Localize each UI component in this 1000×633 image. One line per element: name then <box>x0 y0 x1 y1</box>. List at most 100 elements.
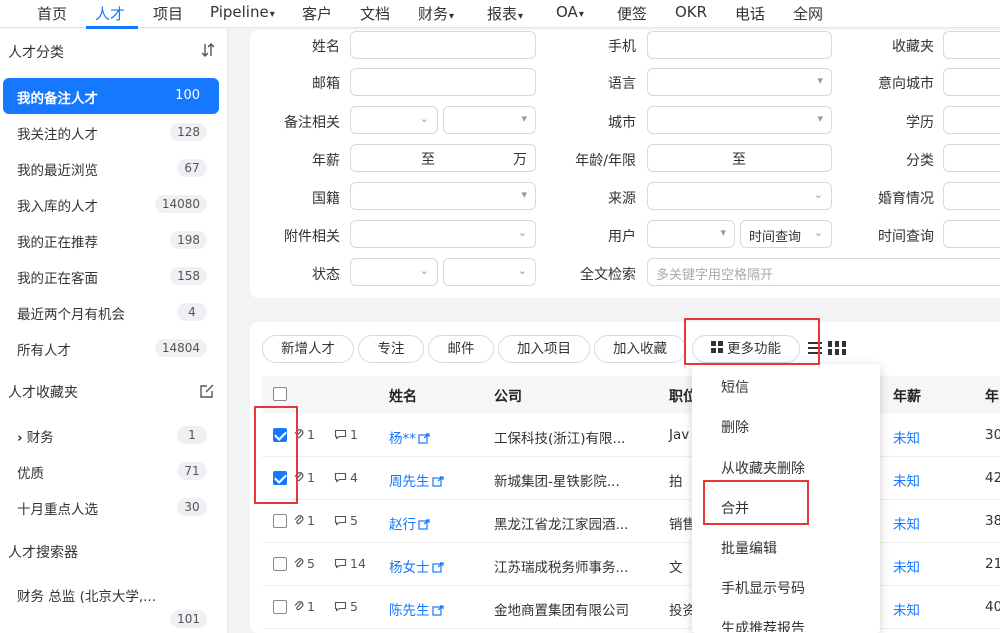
chevron-right-icon[interactable]: › <box>17 430 23 446</box>
filter-label-note: 备注相关 <box>284 115 340 131</box>
column-header-company[interactable]: 公司 <box>494 386 522 406</box>
age-range[interactable]: 至 <box>647 144 832 172</box>
sidebar-item-opportunity[interactable]: 最近两个月有机会 4 <box>3 294 219 330</box>
name-input[interactable] <box>350 31 536 59</box>
note-select-1[interactable]: ⌄ <box>350 106 438 134</box>
sidebar-item-interviewing[interactable]: 我的正在客面 158 <box>3 258 219 294</box>
nav-customer[interactable]: 客户 <box>302 3 332 24</box>
sidebar-fav-quality[interactable]: 优质 71 <box>3 453 219 489</box>
talent-name-link[interactable]: 陈先生 <box>389 599 444 619</box>
fulltext-search-input[interactable]: 多关键字用空格隔开 <box>647 258 1000 286</box>
time-range-input[interactable] <box>943 220 1000 248</box>
row-checkbox[interactable] <box>273 600 287 614</box>
menu-item-delete[interactable]: 删除 <box>721 417 749 437</box>
nav-notes[interactable]: 便签 <box>617 3 647 24</box>
card-view-icon[interactable] <box>828 341 846 359</box>
count-badge: 101 <box>170 610 207 628</box>
salary-cell[interactable]: 未知 <box>893 599 920 619</box>
nav-web[interactable]: 全网 <box>793 3 823 24</box>
nav-talent[interactable]: 人才 <box>95 3 125 24</box>
filter-label-attachment: 附件相关 <box>284 229 340 245</box>
email-input[interactable] <box>350 68 536 96</box>
talent-category-title: 人才分类 <box>8 45 64 61</box>
sidebar-item-followed[interactable]: 我关注的人才 128 <box>3 114 219 150</box>
table-row[interactable]: 1 5 赵行 黑龙江省龙江家园酒... 销售 未知 38 <box>262 500 1000 543</box>
table-row[interactable]: 1 1 杨** 工保科技(浙江)有限... Jav 未知 30 <box>262 414 1000 457</box>
edit-icon[interactable] <box>199 383 215 403</box>
row-checkbox[interactable] <box>273 557 287 571</box>
column-header-salary[interactable]: 年薪 <box>893 386 921 406</box>
nav-oa[interactable]: OA▾ <box>556 3 584 21</box>
note-select-2[interactable]: ▾ <box>443 106 536 134</box>
add-to-project-button[interactable]: 加入项目 <box>498 335 590 363</box>
sidebar-item-imported[interactable]: 我入库的人才 14080 <box>3 186 219 222</box>
extra-cell: 38 <box>985 513 1000 529</box>
marital-select[interactable] <box>943 182 1000 210</box>
company-cell: 金地商置集团有限公司 <box>494 603 629 619</box>
nav-project[interactable]: 项目 <box>153 3 183 24</box>
nationality-select[interactable]: ▾ <box>350 182 536 210</box>
table-row[interactable]: 1 4 周先生 新城集团-星铁影院... 拍 未知 42 <box>262 457 1000 500</box>
nav-phone[interactable]: 电话 <box>735 3 765 24</box>
intent-city-select[interactable] <box>943 68 1000 96</box>
education-select[interactable] <box>943 106 1000 134</box>
sidebar-fav-finance[interactable]: › 财务 1 <box>3 417 219 453</box>
salary-cell[interactable]: 未知 <box>893 556 920 576</box>
sidebar-item-recommending[interactable]: 我的正在推荐 198 <box>3 222 219 258</box>
talent-name-link[interactable]: 杨** <box>389 427 430 447</box>
menu-item-remove-from-favorites[interactable]: 从收藏夹删除 <box>721 458 805 478</box>
focus-button[interactable]: 专注 <box>358 335 424 363</box>
nav-pipeline[interactable]: Pipeline▾ <box>210 3 275 21</box>
column-header-extra[interactable]: 年 <box>985 386 999 406</box>
sidebar-item-all[interactable]: 所有人才 14804 <box>3 330 219 366</box>
row-checkbox[interactable] <box>273 514 287 528</box>
table-row[interactable]: 1 5 陈先生 金地商置集团有限公司 投资 未知 40 <box>262 586 1000 629</box>
comment-count-value: 14 <box>350 556 366 571</box>
salary-cell[interactable]: 未知 <box>893 513 920 533</box>
talent-favorites-title: 人才收藏夹 <box>8 385 78 401</box>
talent-name-link[interactable]: 周先生 <box>389 470 444 490</box>
phone-input[interactable] <box>647 31 832 59</box>
nav-okr[interactable]: OKR <box>675 3 707 21</box>
user-select[interactable]: ▾ <box>647 220 735 248</box>
language-select[interactable]: ▾ <box>647 68 832 96</box>
filter-label-intent-city: 意向城市 <box>878 76 934 92</box>
column-header-name[interactable]: 姓名 <box>389 386 417 406</box>
email-button[interactable]: 邮件 <box>428 335 494 363</box>
status-select-1[interactable]: ⌄ <box>350 258 438 286</box>
select-all-checkbox[interactable] <box>273 387 287 401</box>
salary-range[interactable]: 至 万 <box>350 144 536 172</box>
table-row[interactable]: 5 14 杨女士 江苏瑞成税务师事务... 文 未知 21 <box>262 543 1000 586</box>
add-to-favorites-button[interactable]: 加入收藏 <box>594 335 686 363</box>
time-field-select[interactable]: 时间查询 ⌄ <box>740 220 832 248</box>
nav-finance[interactable]: 财务▾ <box>418 3 454 24</box>
nav-docs[interactable]: 文档 <box>360 3 390 24</box>
city-select[interactable]: ▾ <box>647 106 832 134</box>
menu-item-sms[interactable]: 短信 <box>721 377 749 397</box>
menu-item-recommendation-report[interactable]: 生成推荐报告 <box>721 618 805 632</box>
sidebar-item-label: 财务 总监 (北京大学,... <box>17 589 157 605</box>
attachment-select[interactable]: ⌄ <box>350 220 536 248</box>
nav-reports[interactable]: 报表▾ <box>487 3 523 24</box>
add-talent-button[interactable]: 新增人才 <box>262 335 354 363</box>
sidebar-item-my-noted[interactable]: 我的备注人才 100 <box>3 78 219 114</box>
sort-icon[interactable] <box>201 42 215 62</box>
talent-name-link[interactable]: 赵行 <box>389 513 430 533</box>
nav-home[interactable]: 首页 <box>37 3 67 24</box>
status-select-2[interactable]: ⌄ <box>443 258 536 286</box>
salary-cell[interactable]: 未知 <box>893 427 920 447</box>
chevron-down-icon: ▾ <box>449 11 455 22</box>
talent-name-link[interactable]: 杨女士 <box>389 556 444 576</box>
menu-item-show-phone[interactable]: 手机显示号码 <box>721 578 805 598</box>
chevron-down-icon: ▾ <box>518 11 524 22</box>
sidebar-fav-october[interactable]: 十月重点人选 30 <box>3 489 219 525</box>
source-select[interactable]: ⌄ <box>647 182 832 210</box>
sidebar-item-recent[interactable]: 我的最近浏览 67 <box>3 150 219 186</box>
sidebar-search-item[interactable]: 财务 总监 (北京大学,... 101 <box>3 581 219 631</box>
salary-cell[interactable]: 未知 <box>893 470 920 490</box>
count-badge: 67 <box>177 159 207 177</box>
paperclip-icon <box>294 515 304 525</box>
favorites-select[interactable] <box>943 31 1000 59</box>
menu-item-batch-edit[interactable]: 批量编辑 <box>721 538 777 558</box>
category-select[interactable] <box>943 144 1000 172</box>
